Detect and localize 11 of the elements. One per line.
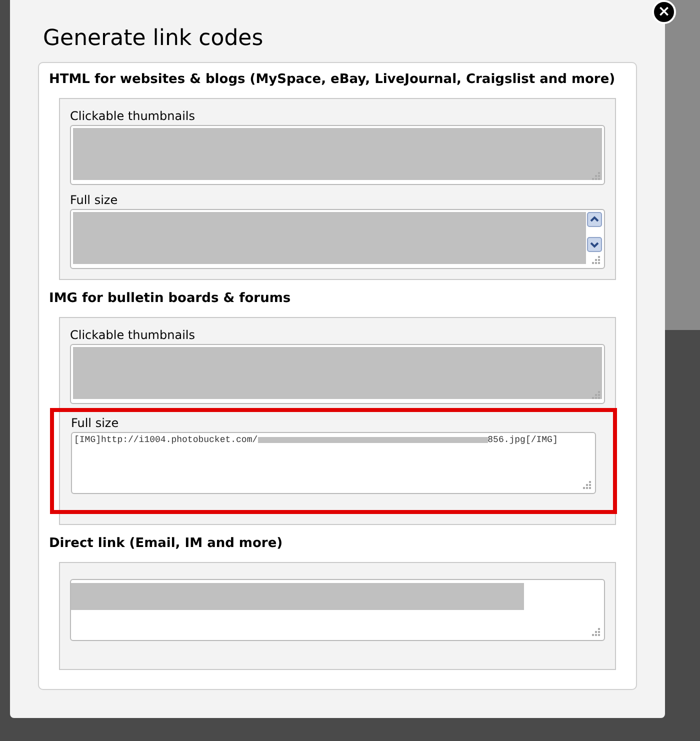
field-value: 856.jpg[/IMG] (488, 434, 558, 446)
field-label: Full size (70, 193, 118, 208)
section-heading: Direct link (Email, IM and more) (49, 535, 283, 553)
field-value: [IMG]http://i1004.photobucket.com/ (74, 434, 258, 446)
field-label: Full size (71, 416, 119, 431)
text-area[interactable]: [IMG]http://i1004.photobucket.com/ 856.jpg[/IMG] (71, 432, 596, 494)
field-label: Clickable thumbnails (70, 328, 195, 343)
section-heading: IMG for bulletin boards & forums (49, 290, 291, 308)
field-label: Clickable thumbnails (70, 109, 195, 124)
dialog-title: Generate link codes (43, 26, 264, 52)
section-heading: HTML for websites & blogs (MySpace, eBay, LiveJournal, Craigslist and more) (49, 71, 616, 89)
